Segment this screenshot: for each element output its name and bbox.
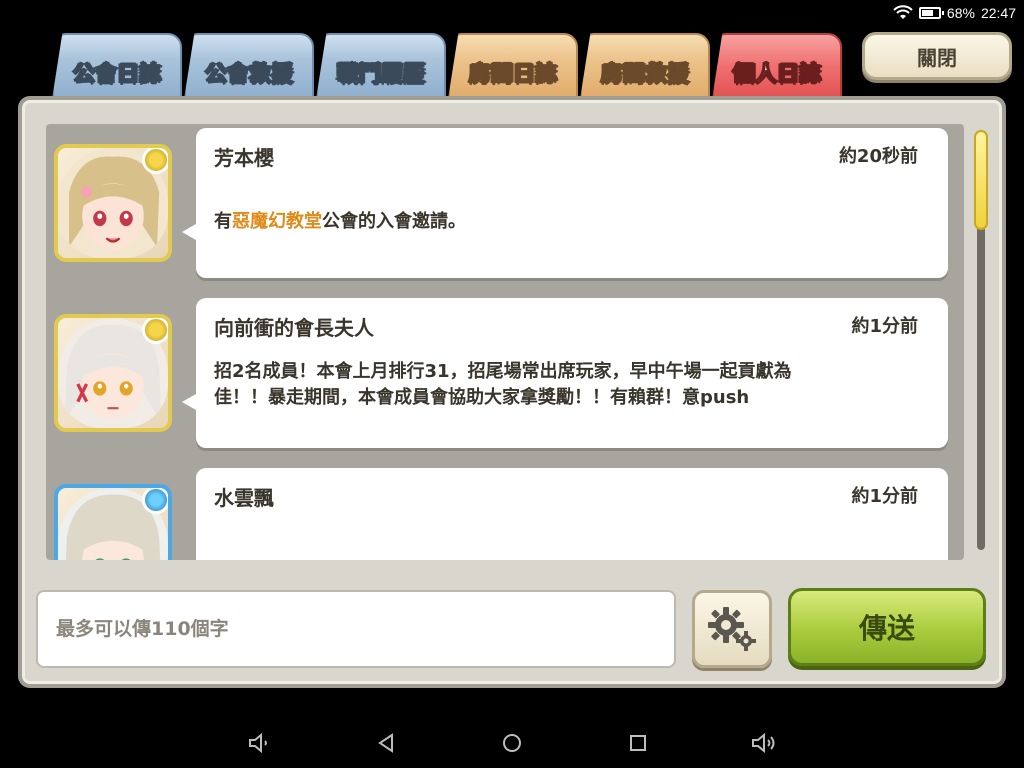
list-item: 水雲飄 約1分前 [46,464,964,560]
rank-badge-icon [142,488,168,514]
message-bubble: 向前衝的會長夫人 約1分前 招2名成員！本會上月排行31，招尾場常出席玩家，早中… [182,298,948,448]
back-icon [378,733,393,753]
message-time: 約20秒前 [838,146,918,167]
home-icon [503,734,521,752]
message-time: 約1分前 [851,486,918,507]
tab-label: 戰鬥履歷 [336,62,425,88]
navigation-bar [0,718,1024,768]
tab-guild-log[interactable]: 公會日誌 [52,33,182,99]
status-bar: 68% 22:47 [724,0,1024,26]
tab-label: 房間日誌 [468,62,557,88]
sender-name: 芳本櫻 [214,146,274,170]
scrollbar[interactable] [974,130,988,550]
message-time: 約1分前 [851,316,918,337]
list-item: 向前衝的會長夫人 約1分前 招2名成員！本會上月排行31，招尾場常出席玩家，早中… [46,294,964,450]
close-label: 關閉 [917,45,957,70]
battery-percent: 68% [946,5,975,21]
close-button[interactable]: 關閉 [862,32,1012,80]
volume-up-icon [752,732,775,754]
message-body: 招2名成員！本會上月排行31，招尾場常出席玩家，早中午場一起貢獻為佳！！暴走期間… [214,361,792,408]
log-panel: 芳本櫻 約20秒前 有惡魔幻教堂公會的入會邀請。 向前衝的會長夫人 約1分前 招… [18,96,1006,688]
chat-composer: 傳送 [22,576,1002,684]
tab-room-rescue[interactable]: 房間救援 [580,33,710,99]
tab-battle-history[interactable]: 戰鬥履歷 [316,33,446,99]
volume-down-icon [249,732,267,754]
message-text: 公會的入會邀請。 [322,211,466,232]
sender-name: 水雲飄 [214,486,274,510]
gear-icon [708,607,756,651]
tab-room-log[interactable]: 房間日誌 [448,33,578,99]
tab-label: 公會救援 [204,62,293,88]
recents-icon [630,735,646,751]
message-text: 有 [214,211,232,232]
message-feed[interactable]: 芳本櫻 約20秒前 有惡魔幻教堂公會的入會邀請。 向前衝的會長夫人 約1分前 招… [46,124,964,560]
sender-name: 向前衝的會長夫人 [214,316,374,340]
send-label: 傳送 [858,612,915,645]
recents-button[interactable] [624,729,652,757]
tab-bar: 公會日誌 公會救援 戰鬥履歷 房間日誌 房間救援 個人日誌 [52,33,842,99]
message-bubble: 芳本櫻 約20秒前 有惡魔幻教堂公會的入會邀請。 [182,128,948,278]
rank-badge-icon [142,148,168,174]
send-button[interactable]: 傳送 [788,588,986,666]
list-item: 芳本櫻 約20秒前 有惡魔幻教堂公會的入會邀請。 [46,124,964,280]
chat-input[interactable] [36,590,676,668]
settings-button[interactable] [692,590,772,668]
message-body: 有惡魔幻教堂公會的入會邀請。 [214,209,834,235]
avatar[interactable] [54,144,172,262]
guild-name-link[interactable]: 惡魔幻教堂 [232,211,322,232]
tab-guild-rescue[interactable]: 公會救援 [184,33,314,99]
rank-badge-icon [142,318,168,344]
clock: 22:47 [980,5,1016,21]
tab-personal-log[interactable]: 個人日誌 [712,33,842,99]
message-bubble: 水雲飄 約1分前 [196,468,948,560]
tab-label: 個人日誌 [732,62,821,88]
back-button[interactable] [372,729,400,757]
wifi-icon [893,5,913,19]
avatar[interactable] [54,314,172,432]
volume-up-button[interactable] [750,729,778,757]
avatar[interactable] [54,484,172,560]
tab-label: 房間救援 [600,62,689,88]
tab-label: 公會日誌 [72,62,161,88]
battery-icon [918,7,944,19]
home-button[interactable] [498,729,526,757]
volume-down-button[interactable] [246,729,274,757]
scroll-thumb[interactable] [974,130,988,230]
